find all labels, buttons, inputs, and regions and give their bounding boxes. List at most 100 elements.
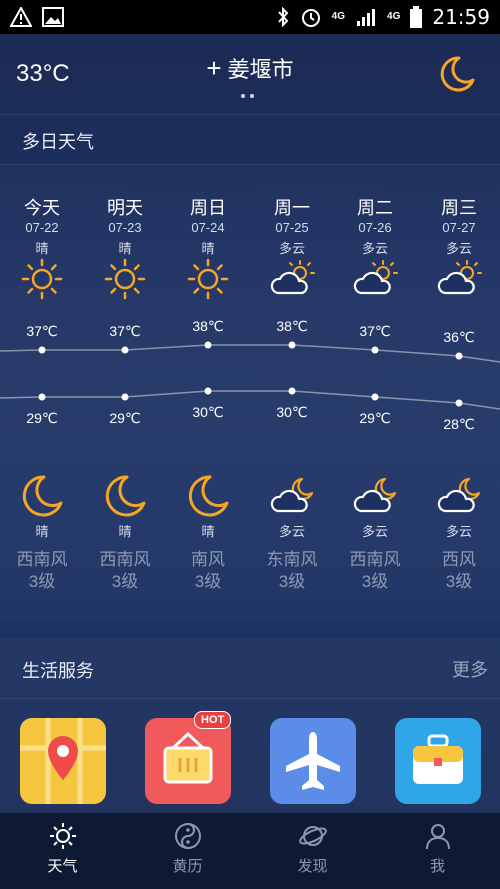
forecast-day-condition: 多云 bbox=[445, 241, 472, 256]
high-temp-label: 38℃ bbox=[192, 318, 224, 334]
nav-tab-me[interactable]: 我 bbox=[375, 813, 500, 889]
nav-label-almanac: 黄历 bbox=[172, 858, 203, 875]
warning-icon bbox=[10, 7, 32, 27]
service-tile-map[interactable] bbox=[20, 718, 106, 804]
divider bbox=[0, 698, 500, 699]
divider bbox=[0, 114, 500, 115]
nav-label-discover: 发现 bbox=[297, 858, 328, 875]
low-temp-label: 29℃ bbox=[109, 410, 141, 426]
high-temp-label: 37℃ bbox=[109, 323, 141, 339]
low-temp-label: 28℃ bbox=[443, 416, 475, 432]
cloud-moon-icon bbox=[250, 473, 334, 521]
forecast-date: 07-22 bbox=[25, 220, 59, 235]
header: 33°C + 姜堰市 bbox=[0, 34, 500, 114]
low-temp-line-point bbox=[121, 393, 129, 401]
cloud-moon-icon bbox=[333, 473, 417, 521]
cloud-sun-icon bbox=[250, 257, 334, 301]
forecast-section-title: 多日天气 bbox=[22, 132, 94, 152]
nav-tab-discover[interactable]: 发现 bbox=[250, 813, 375, 889]
suitcase-icon bbox=[413, 734, 463, 784]
service-tile-shopping[interactable] bbox=[145, 718, 231, 804]
page-indicator bbox=[241, 94, 254, 98]
forecast-night-condition: 晴 bbox=[35, 524, 49, 539]
high-temp-label: 36℃ bbox=[443, 329, 475, 345]
high-temp-line-point bbox=[288, 341, 296, 349]
city-selector[interactable]: + 姜堰市 bbox=[0, 52, 500, 84]
wind-direction: 西南风 bbox=[99, 550, 151, 569]
wind-direction: 西风 bbox=[442, 550, 476, 569]
airplane-icon bbox=[286, 732, 340, 790]
cloud-moon-icon bbox=[417, 473, 500, 521]
moon-icon bbox=[166, 473, 250, 521]
alarm-icon bbox=[301, 9, 320, 27]
network-label: 4G bbox=[331, 11, 346, 22]
forecast-day-name: 周一 bbox=[274, 198, 310, 218]
add-city-icon[interactable]: + bbox=[206, 53, 221, 83]
cloud-sun-icon bbox=[333, 257, 417, 301]
forecast-day-condition: 多云 bbox=[278, 241, 305, 256]
forecast-day-name: 今天 bbox=[24, 198, 60, 218]
forecast-day-name: 明天 bbox=[107, 198, 143, 218]
high-temp-line bbox=[0, 344, 500, 363]
wind-level: 3级 bbox=[361, 572, 389, 591]
high-temp-line-point bbox=[38, 346, 46, 354]
forecast-day-condition: 多云 bbox=[361, 241, 388, 256]
map-pin-icon bbox=[20, 718, 106, 804]
network2-label: 4G bbox=[387, 11, 401, 22]
forecast-wind: 西风 3级 bbox=[417, 549, 500, 593]
forecast-night-condition: 多云 bbox=[361, 524, 388, 539]
forecast-day-condition: 晴 bbox=[118, 241, 132, 256]
planet-icon bbox=[298, 826, 327, 846]
forecast-date: 07-26 bbox=[358, 220, 392, 235]
high-temp-label: 37℃ bbox=[359, 323, 391, 339]
forecast-date: 07-24 bbox=[191, 220, 225, 235]
service-tile-flight[interactable] bbox=[270, 718, 356, 804]
wind-level: 3级 bbox=[28, 572, 56, 591]
low-temp-line-point bbox=[38, 393, 46, 401]
forecast-night-condition: 多云 bbox=[445, 524, 472, 539]
wind-direction: 南风 bbox=[191, 550, 225, 569]
high-temp-label: 38℃ bbox=[276, 318, 308, 334]
nav-tab-almanac[interactable]: 黄历 bbox=[125, 813, 250, 889]
low-temp-line-point bbox=[204, 387, 212, 395]
nav-tab-weather[interactable]: 天气 bbox=[0, 813, 125, 889]
high-temp-line-point bbox=[371, 346, 379, 354]
forecast-day-condition: 晴 bbox=[201, 241, 215, 256]
low-temp-line-point bbox=[371, 393, 379, 401]
forecast-day-name: 周日 bbox=[190, 198, 226, 218]
forecast-night-condition: 晴 bbox=[201, 524, 215, 539]
yinyang-icon bbox=[174, 823, 201, 849]
wind-level: 3级 bbox=[278, 572, 306, 591]
forecast-wind: 南风 3级 bbox=[166, 549, 250, 593]
wind-level: 3级 bbox=[111, 572, 139, 591]
services-more-link[interactable]: 更多 bbox=[452, 656, 488, 682]
high-temp-line-point bbox=[121, 346, 129, 354]
image-icon bbox=[42, 7, 64, 27]
service-tile-travel[interactable] bbox=[395, 718, 481, 804]
forecast-date: 07-25 bbox=[275, 220, 309, 235]
multi-day-forecast[interactable]: 今天 07-22 晴 37℃ 29℃ 晴西南风 3级 明天 07-23 晴 37℃ 29℃ 晴西南风 3级… bbox=[0, 165, 500, 620]
forecast-night-condition: 晴 bbox=[118, 524, 132, 539]
sun-icon bbox=[0, 257, 84, 301]
sun-icon bbox=[83, 257, 167, 301]
low-temp-label: 29℃ bbox=[26, 410, 58, 426]
services-section-title: 生活服务 bbox=[22, 661, 94, 681]
cloud-sun-icon bbox=[417, 257, 500, 301]
wind-direction: 东南风 bbox=[266, 550, 318, 569]
forecast-wind: 西南风 3级 bbox=[333, 549, 417, 593]
hot-badge: HOT bbox=[194, 711, 232, 729]
status-time: 21:59 bbox=[432, 5, 490, 29]
forecast-wind: 东南风 3级 bbox=[250, 549, 334, 593]
nav-label-weather: 天气 bbox=[47, 858, 78, 875]
basket-icon bbox=[163, 731, 213, 784]
high-temp-label: 37℃ bbox=[26, 323, 58, 339]
forecast-day-name: 周二 bbox=[357, 198, 393, 218]
person-icon bbox=[425, 824, 450, 850]
network-indicator: 4G bbox=[332, 12, 345, 22]
wind-level: 3级 bbox=[194, 572, 222, 591]
sun-icon bbox=[166, 257, 250, 301]
low-temp-line-point bbox=[455, 399, 463, 407]
wind-level: 3级 bbox=[445, 572, 473, 591]
forecast-date: 07-27 bbox=[442, 220, 476, 235]
forecast-night-condition: 多云 bbox=[278, 524, 305, 539]
